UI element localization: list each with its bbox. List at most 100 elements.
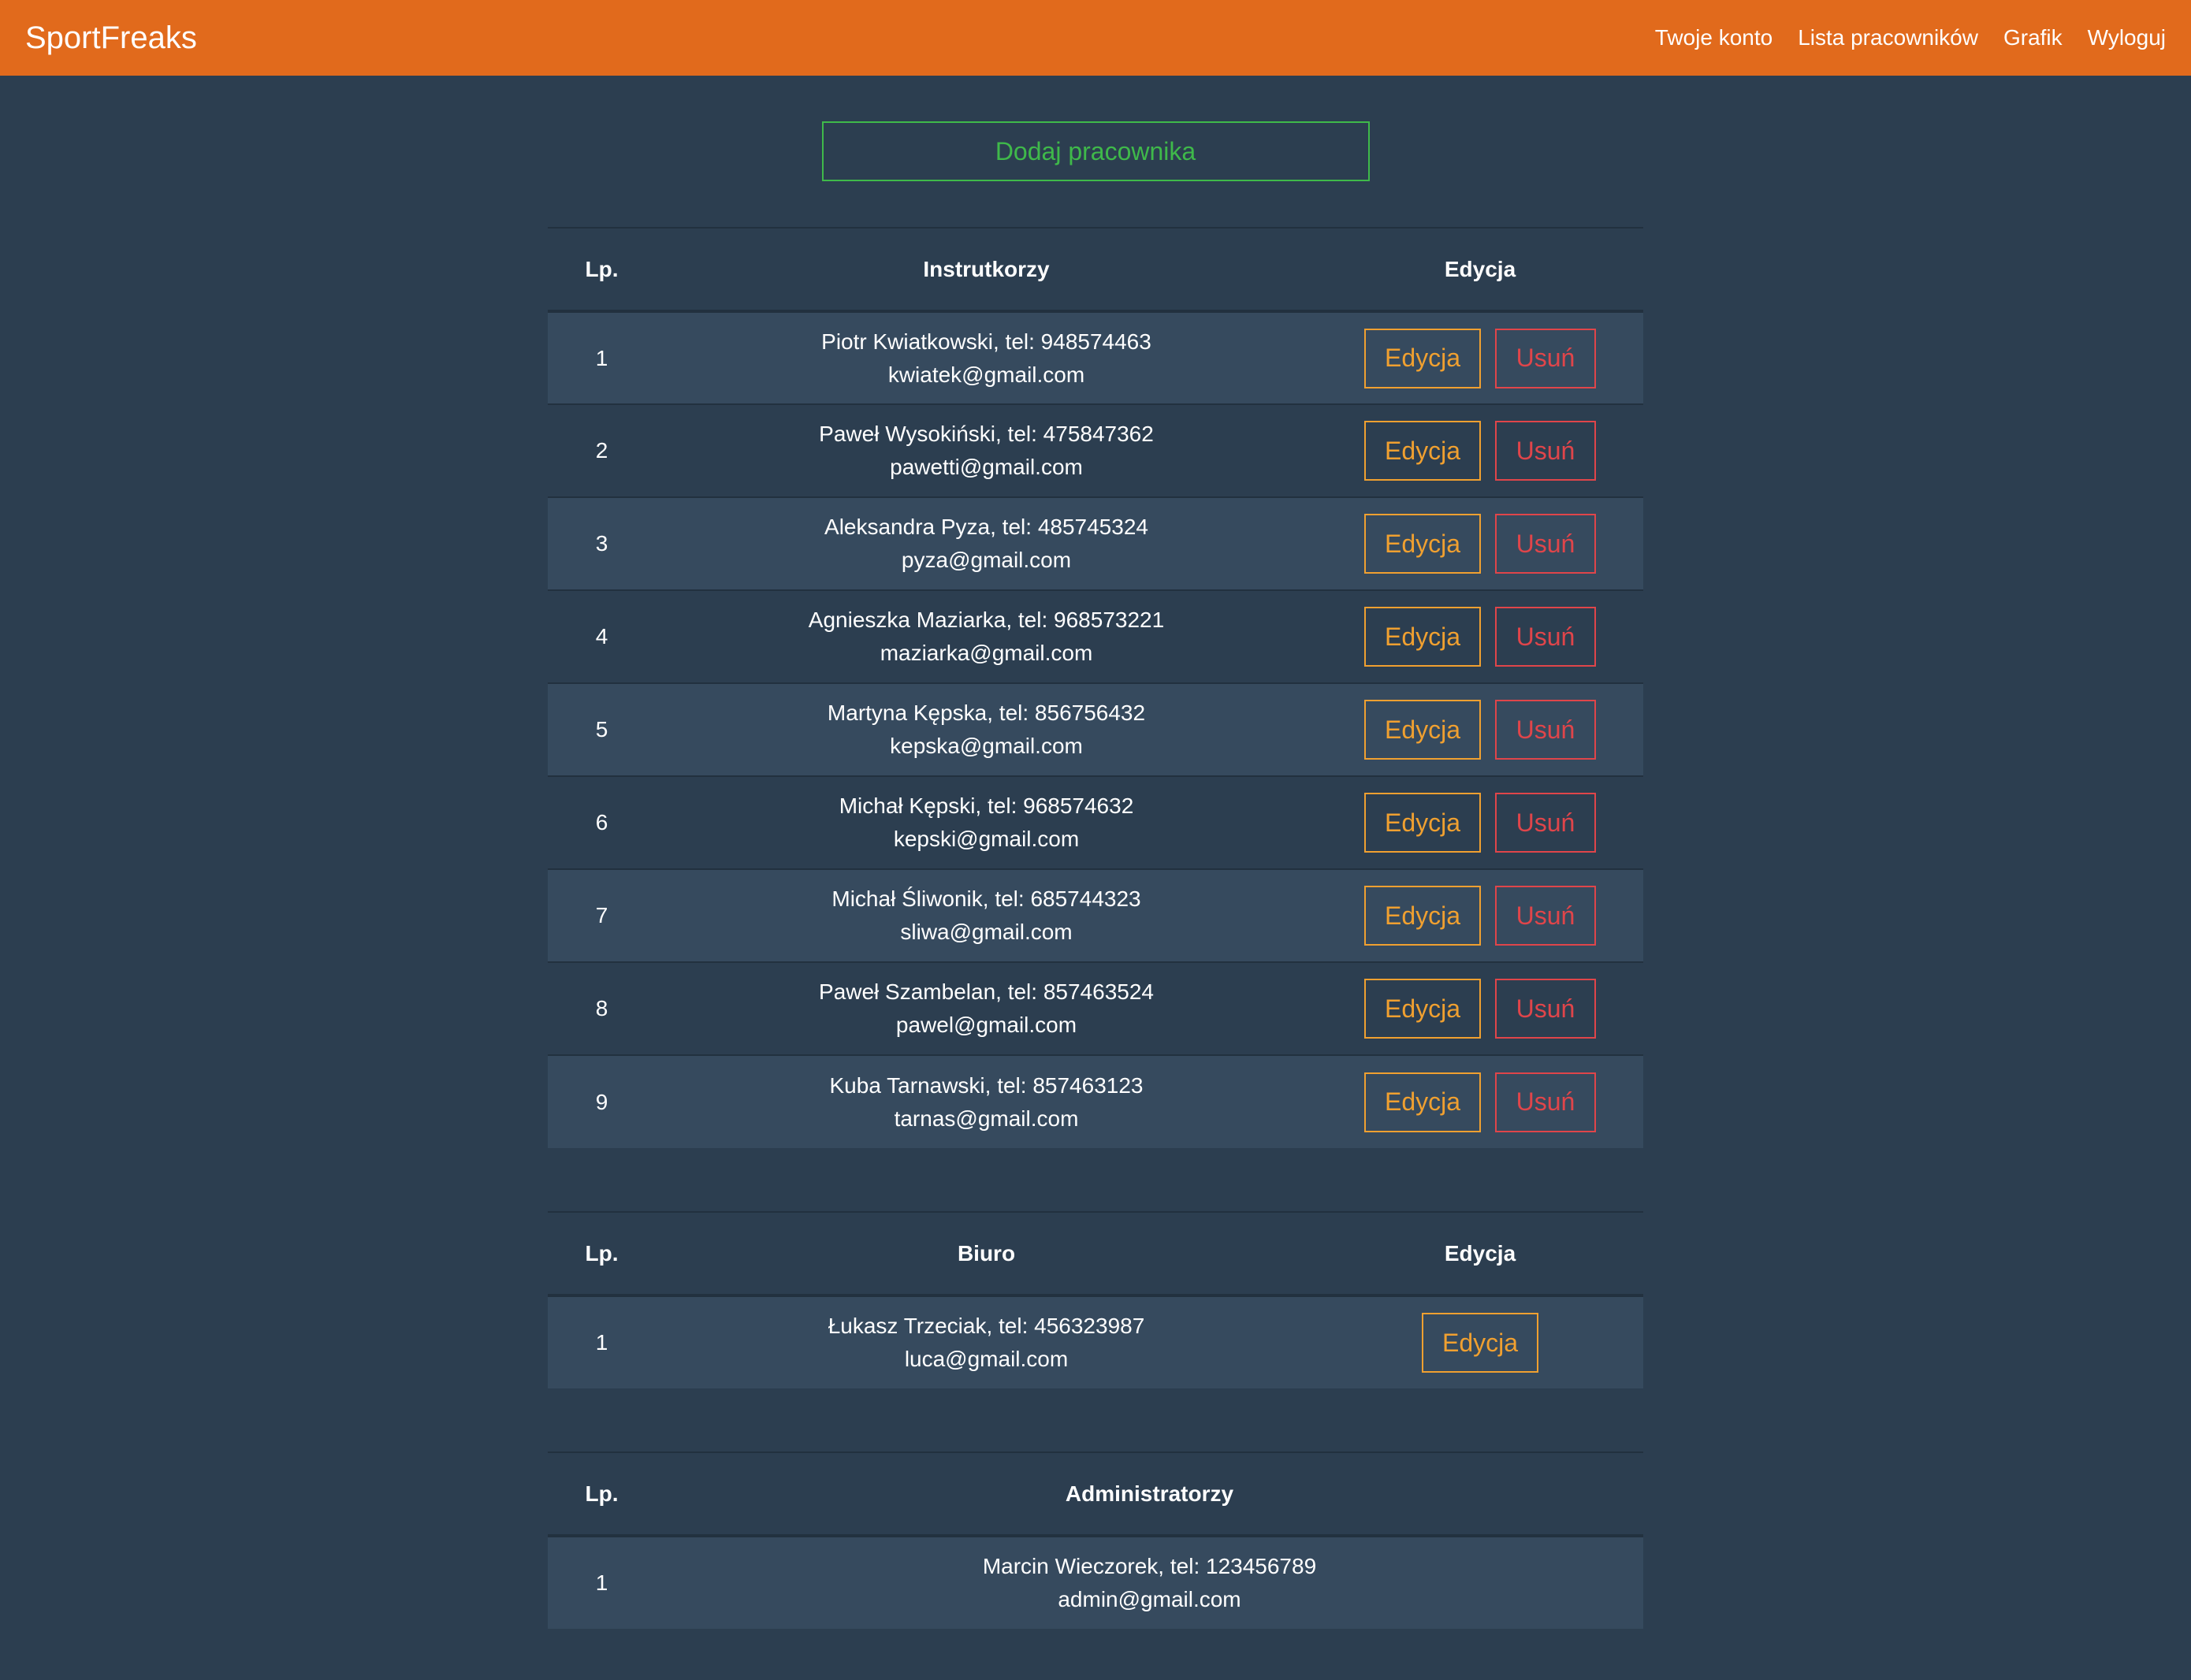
- office-table: Lp. Biuro Edycja 1 Łukasz Trzeciak, tel: …: [548, 1211, 1643, 1388]
- employee-name: Michał Śliwonik, tel: 685744323: [831, 886, 1141, 911]
- table-row: 5 Martyna Kępska, tel: 856756432 kepska@gm…: [548, 682, 1643, 776]
- row-lp: 3: [548, 496, 656, 590]
- row-lp: 1: [548, 1295, 656, 1388]
- employee-name: Kuba Tarnawski, tel: 857463123: [829, 1072, 1144, 1098]
- row-lp: 9: [548, 1054, 656, 1148]
- header-lp: Lp.: [548, 227, 656, 313]
- row-actions: Edycja Usuń: [1317, 496, 1643, 590]
- row-actions: Edycja Usuń: [1317, 310, 1643, 404]
- admins-table: Lp. Administratorzy 1 Marcin Wieczorek, t…: [548, 1451, 1643, 1629]
- row-actions: Edycja Usuń: [1317, 682, 1643, 776]
- table-row: 7 Michał Śliwonik, tel: 685744323 sliwa@gm…: [548, 868, 1643, 962]
- table-row: 4 Agnieszka Maziarka, tel: 968573221 mazia…: [548, 589, 1643, 683]
- row-lp: 7: [548, 868, 656, 962]
- employee-email: admin@gmail.com: [1058, 1587, 1241, 1611]
- row-contact: Marcin Wieczorek, tel: 123456789 admin@gm…: [656, 1535, 1643, 1629]
- employee-email: pawetti@gmail.com: [890, 455, 1083, 479]
- table-row: 1 Piotr Kwiatkowski, tel: 948574463 kwiate…: [548, 310, 1643, 404]
- row-contact: Paweł Szambelan, tel: 857463524 pawel@gma…: [656, 961, 1317, 1055]
- table-row: 8 Paweł Szambelan, tel: 857463524 pawel@gm…: [548, 961, 1643, 1055]
- row-contact: Łukasz Trzeciak, tel: 456323987 luca@gmai…: [656, 1295, 1317, 1388]
- header-instructors: Instrutkorzy: [656, 227, 1317, 313]
- header-office: Biuro: [656, 1211, 1317, 1297]
- edit-button[interactable]: Edycja: [1364, 886, 1481, 946]
- row-lp: 6: [548, 775, 656, 869]
- edit-button[interactable]: Edycja: [1364, 1072, 1481, 1132]
- employee-name: Aleksandra Pyza, tel: 485745324: [824, 515, 1148, 539]
- row-actions: Edycja Usuń: [1317, 403, 1643, 497]
- edit-button[interactable]: Edycja: [1364, 328, 1481, 388]
- add-employee-button[interactable]: Dodaj pracownika: [821, 121, 1370, 181]
- row-lp: 8: [548, 961, 656, 1055]
- office-body: 1 Łukasz Trzeciak, tel: 456323987 luca@gma…: [548, 1295, 1643, 1388]
- row-lp: 4: [548, 589, 656, 683]
- employee-email: luca@gmail.com: [904, 1347, 1069, 1371]
- employee-name: Paweł Wysokiński, tel: 475847362: [819, 422, 1154, 446]
- row-contact: Paweł Wysokiński, tel: 475847362 pawetti@…: [656, 403, 1317, 497]
- employee-name: Łukasz Trzeciak, tel: 456323987: [828, 1314, 1145, 1338]
- nav-link-logout[interactable]: Wyloguj: [2088, 25, 2166, 50]
- admins-body: 1 Marcin Wieczorek, tel: 123456789 admin@g…: [548, 1535, 1643, 1629]
- row-contact: Agnieszka Maziarka, tel: 968573221 maziar…: [656, 589, 1317, 683]
- header-lp: Lp.: [548, 1451, 656, 1537]
- edit-button[interactable]: Edycja: [1364, 514, 1481, 574]
- row-actions: Edycja Usuń: [1317, 589, 1643, 683]
- instructors-body: 1 Piotr Kwiatkowski, tel: 948574463 kwiate…: [548, 310, 1643, 1148]
- employee-email: pyza@gmail.com: [901, 548, 1072, 572]
- delete-button[interactable]: Usuń: [1495, 1072, 1596, 1132]
- nav-link-employees[interactable]: Lista pracowników: [1798, 25, 1978, 50]
- header-edit: Edycja: [1317, 227, 1643, 313]
- table-row: 3 Aleksandra Pyza, tel: 485745324 pyza@gma…: [548, 496, 1643, 590]
- nav-link-schedule[interactable]: Grafik: [2003, 25, 2063, 50]
- brand-logo[interactable]: SportFreaks: [25, 20, 197, 56]
- delete-button[interactable]: Usuń: [1495, 886, 1596, 946]
- edit-button[interactable]: Edycja: [1422, 1313, 1538, 1373]
- header-lp: Lp.: [548, 1211, 656, 1297]
- table-row: 1 Łukasz Trzeciak, tel: 456323987 luca@gma…: [548, 1295, 1643, 1388]
- edit-button[interactable]: Edycja: [1364, 607, 1481, 667]
- edit-button[interactable]: Edycja: [1364, 979, 1481, 1039]
- employee-name: Martyna Kępska, tel: 856756432: [827, 701, 1146, 725]
- delete-button[interactable]: Usuń: [1495, 979, 1596, 1039]
- row-lp: 1: [548, 310, 656, 404]
- delete-button[interactable]: Usuń: [1495, 328, 1596, 388]
- nav-link-account[interactable]: Twoje konto: [1655, 25, 1773, 50]
- nav-links: Twoje konto Lista pracowników Grafik Wyl…: [1630, 25, 2166, 50]
- table-row: 9 Kuba Tarnawski, tel: 857463123 tarnas@gm…: [548, 1054, 1643, 1148]
- employee-email: maziarka@gmail.com: [880, 641, 1093, 665]
- row-contact: Martyna Kępska, tel: 856756432 kepska@gma…: [656, 682, 1317, 776]
- row-contact: Piotr Kwiatkowski, tel: 948574463 kwiatek…: [656, 310, 1317, 404]
- header-admins: Administratorzy: [656, 1451, 1643, 1537]
- employee-name: Michał Kępski, tel: 968574632: [839, 794, 1134, 818]
- employee-name: Paweł Szambelan, tel: 857463524: [819, 979, 1154, 1004]
- row-lp: 1: [548, 1535, 656, 1629]
- add-employee-wrap: Dodaj pracownika: [548, 76, 1643, 181]
- row-actions: Edycja Usuń: [1317, 1054, 1643, 1148]
- employee-name: Piotr Kwiatkowski, tel: 948574463: [821, 329, 1151, 354]
- delete-button[interactable]: Usuń: [1495, 793, 1596, 853]
- main-content: Dodaj pracownika Lp. Instrutkorzy Edycja…: [548, 76, 1643, 1629]
- row-contact: Michał Śliwonik, tel: 685744323 sliwa@gma…: [656, 868, 1317, 962]
- employee-name: Agnieszka Maziarka, tel: 968573221: [808, 608, 1165, 632]
- edit-button[interactable]: Edycja: [1364, 793, 1481, 853]
- employee-email: kwiatek@gmail.com: [887, 362, 1085, 387]
- delete-button[interactable]: Usuń: [1495, 514, 1596, 574]
- row-actions: Edycja Usuń: [1317, 961, 1643, 1055]
- employee-name: Marcin Wieczorek, tel: 123456789: [982, 1554, 1317, 1578]
- row-contact: Kuba Tarnawski, tel: 857463123 tarnas@gma…: [656, 1054, 1317, 1148]
- delete-button[interactable]: Usuń: [1495, 421, 1596, 481]
- table-row: 2 Paweł Wysokiński, tel: 475847362 pawetti…: [548, 403, 1643, 497]
- row-actions: Edycja: [1317, 1295, 1643, 1388]
- edit-button[interactable]: Edycja: [1364, 700, 1481, 760]
- instructors-table: Lp. Instrutkorzy Edycja 1 Piotr Kwiatkows…: [548, 227, 1643, 1148]
- delete-button[interactable]: Usuń: [1495, 607, 1596, 667]
- row-lp: 5: [548, 682, 656, 776]
- delete-button[interactable]: Usuń: [1495, 700, 1596, 760]
- table-row: 6 Michał Kępski, tel: 968574632 kepski@gma…: [548, 775, 1643, 869]
- row-contact: Michał Kępski, tel: 968574632 kepski@gmai…: [656, 775, 1317, 869]
- row-actions: Edycja Usuń: [1317, 868, 1643, 962]
- employee-email: tarnas@gmail.com: [894, 1106, 1079, 1131]
- edit-button[interactable]: Edycja: [1364, 421, 1481, 481]
- row-actions: Edycja Usuń: [1317, 775, 1643, 869]
- employee-email: pawel@gmail.com: [895, 1013, 1077, 1037]
